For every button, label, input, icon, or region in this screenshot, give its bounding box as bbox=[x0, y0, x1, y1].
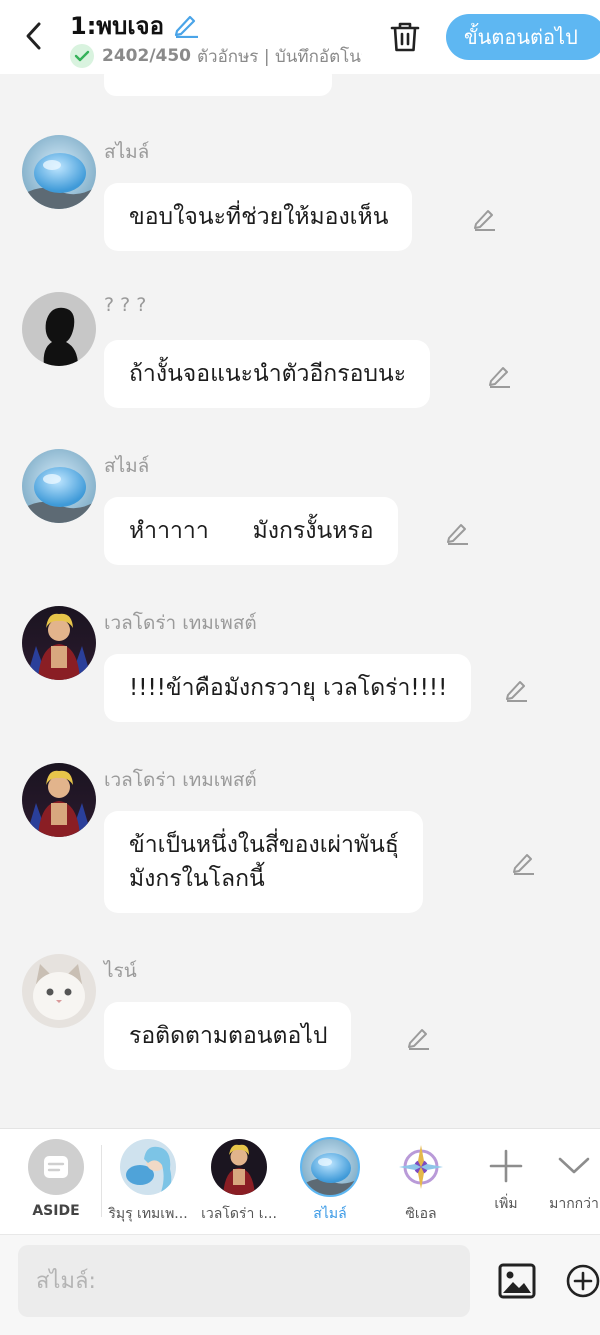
back-arrow-icon bbox=[26, 22, 41, 50]
image-icon bbox=[498, 1263, 536, 1299]
silhouette-avatar[interactable] bbox=[22, 292, 96, 366]
message-text[interactable]: ข้าเป็นหนึ่งในสี่ของเผ่าพันธุ์ มังกรในโล… bbox=[104, 811, 423, 913]
pencil-icon bbox=[513, 854, 534, 875]
back-button[interactable] bbox=[18, 18, 50, 54]
pencil-icon bbox=[474, 210, 495, 231]
speaker-name: สไมล์ bbox=[104, 141, 150, 163]
edit-title-button[interactable] bbox=[172, 12, 200, 38]
delete-button[interactable] bbox=[386, 18, 424, 56]
message-text[interactable]: รอติดตามตอนตอไป bbox=[104, 1002, 352, 1070]
character-count: 2402/450 bbox=[102, 46, 192, 66]
blue-slime-avatar[interactable] bbox=[22, 135, 96, 209]
plus-icon bbox=[478, 1139, 534, 1195]
character-name: เวลโดร่า เ... bbox=[201, 1206, 277, 1222]
speaker-name: เวลโดร่า เทมเพสต์ bbox=[104, 769, 257, 791]
pencil-icon bbox=[447, 524, 468, 545]
character-option-selected[interactable]: สไมล์ bbox=[288, 1137, 372, 1233]
edit-message-button[interactable] bbox=[404, 1024, 432, 1052]
pencil-icon bbox=[489, 367, 510, 388]
message-input[interactable] bbox=[18, 1245, 470, 1317]
trash-icon bbox=[390, 22, 420, 52]
character-option[interactable]: ริมุรุ เทมเพ... bbox=[106, 1139, 190, 1233]
character-name: ซิเอล bbox=[405, 1206, 437, 1222]
insert-image-button[interactable] bbox=[496, 1261, 538, 1301]
message-text[interactable]: หำาาาา มังกรงั้นหรอ bbox=[104, 497, 398, 565]
message-bubble-partial bbox=[104, 74, 332, 96]
check-icon bbox=[70, 44, 94, 68]
blond-warrior-avatar[interactable] bbox=[22, 606, 96, 680]
aside-label: ASIDE bbox=[32, 1203, 80, 1219]
character-option[interactable]: ซิเอล bbox=[379, 1139, 463, 1233]
aside-button[interactable]: ASIDE bbox=[14, 1139, 98, 1233]
divider bbox=[101, 1145, 102, 1217]
edit-message-button[interactable] bbox=[470, 205, 498, 233]
white-cat-avatar[interactable] bbox=[22, 954, 96, 1028]
character-option[interactable]: เวลโดร่า เ... bbox=[197, 1139, 281, 1233]
compose-bar bbox=[0, 1234, 600, 1335]
save-status: 2402/450 ตัวอักษร | บันทึกอัตโนมัติ bbox=[70, 42, 362, 70]
character-name: ริมุรุ เทมเพ... bbox=[108, 1206, 188, 1222]
aside-icon bbox=[28, 1139, 84, 1195]
message-text[interactable]: ขอบใจนะที่ช่วยให้มองเห็น bbox=[104, 183, 413, 251]
character-name: สไมล์ bbox=[313, 1206, 347, 1222]
message-text[interactable]: !!!!ข้าคือมังกรวายุ เวลโดร่า!!!! bbox=[104, 654, 472, 722]
speaker-name: ไรน์ bbox=[104, 960, 137, 982]
speaker-name: ? ? ? bbox=[104, 294, 147, 316]
more-characters-button[interactable]: มากกว่า bbox=[532, 1139, 600, 1233]
top-bar: 1:พบเจอ 2402/450 ตัวอักษร | บันทึกอัตโนม… bbox=[0, 0, 600, 74]
plus-circle-icon bbox=[566, 1264, 600, 1298]
blue-slime-avatar[interactable] bbox=[22, 449, 96, 523]
slime-girl-avatar bbox=[120, 1139, 176, 1195]
episode-title-area: 1:พบเจอ 2402/450 ตัวอักษร | บันทึกอัตโนม… bbox=[70, 10, 370, 70]
speaker-name: สไมล์ bbox=[104, 455, 150, 477]
blond-warrior-avatar[interactable] bbox=[22, 763, 96, 837]
pencil-icon bbox=[506, 681, 527, 702]
blond-warrior-avatar bbox=[211, 1139, 267, 1195]
chevron-down-icon bbox=[546, 1139, 600, 1195]
autosave-text: ตัวอักษร | บันทึกอัตโนมัติ bbox=[197, 46, 362, 67]
purple-emblem-avatar bbox=[393, 1139, 449, 1195]
pencil-icon bbox=[174, 15, 199, 38]
character-selector: ASIDE ริมุรุ เทมเพ... เวลโดร่า เ... สไมล… bbox=[0, 1128, 600, 1234]
blue-slime-avatar bbox=[302, 1139, 358, 1195]
speaker-name: เวลโดร่า เทมเพสต์ bbox=[104, 612, 257, 634]
edit-message-button[interactable] bbox=[509, 849, 537, 877]
pencil-icon bbox=[408, 1029, 429, 1050]
more-label: มากกว่า bbox=[549, 1196, 599, 1212]
edit-message-button[interactable] bbox=[443, 519, 471, 547]
edit-message-button[interactable] bbox=[485, 362, 513, 390]
episode-title: 1:พบเจอ bbox=[70, 11, 165, 40]
next-step-button[interactable]: ขั้นตอนต่อไป bbox=[446, 14, 600, 60]
edit-message-button[interactable] bbox=[502, 676, 530, 704]
more-options-button[interactable] bbox=[564, 1261, 600, 1301]
chat-area[interactable]: สไมล์ ขอบใจนะที่ช่วยให้มองเห็น ? ? ? ถ้า… bbox=[0, 74, 600, 1128]
message-text[interactable]: ถ้างั้นจอแนะนำตัวอีกรอบนะ bbox=[104, 340, 431, 408]
